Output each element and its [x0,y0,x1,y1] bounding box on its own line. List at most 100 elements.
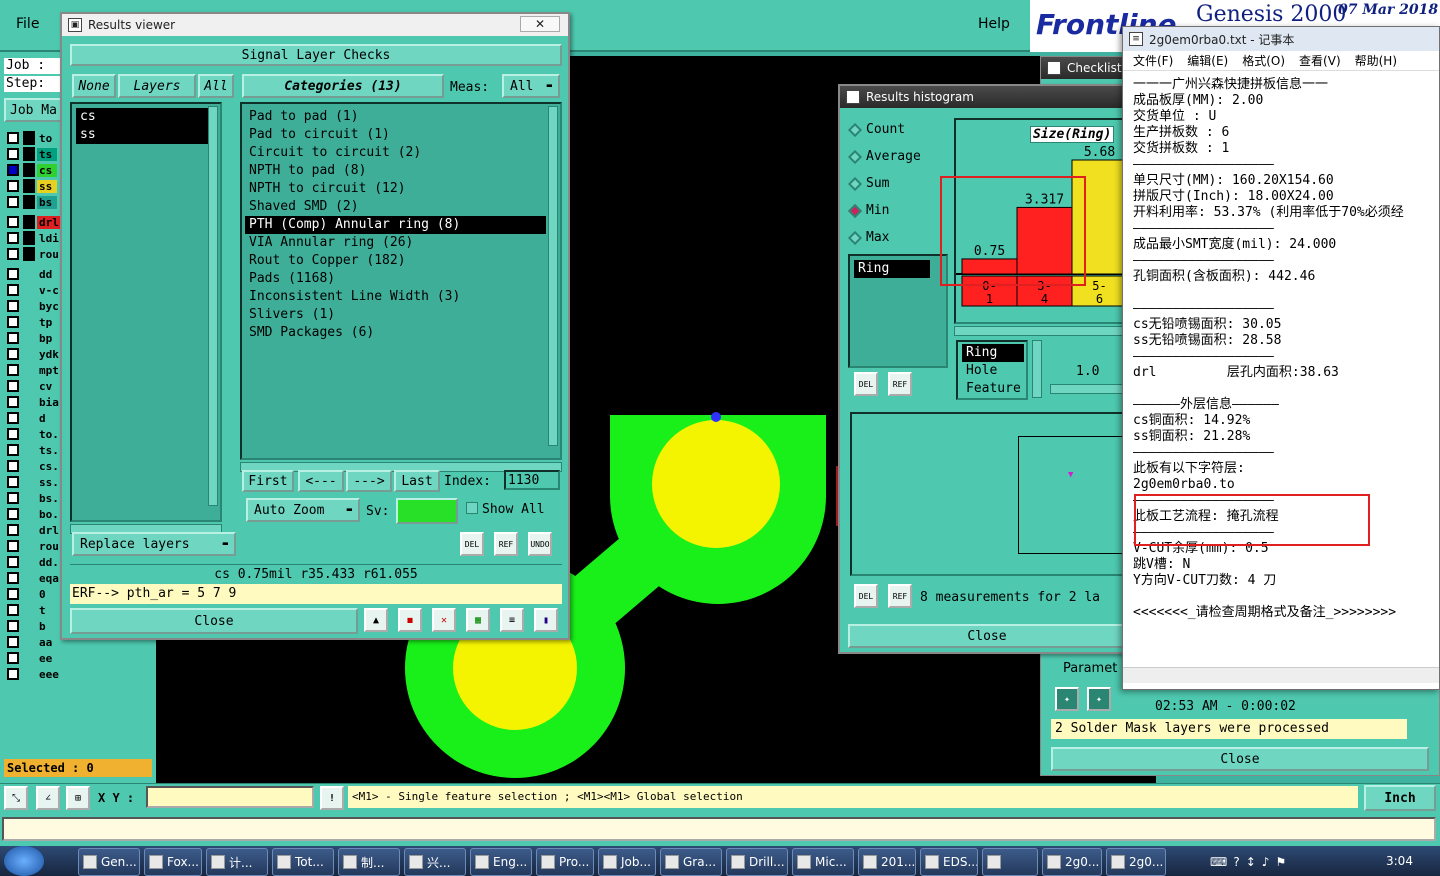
layer-checkbox[interactable] [7,428,19,440]
histogram-icon[interactable]: ▮ [534,608,558,632]
layer-checkbox[interactable] [7,396,19,408]
taskbar-item[interactable]: Gra... [660,848,722,876]
scale-slider[interactable] [1050,384,1126,394]
layer-checkbox[interactable] [7,412,19,424]
keyboard-icon[interactable]: ⌨ [1210,855,1227,869]
layer-checkbox[interactable] [7,460,19,472]
layers-button[interactable]: Layers [118,74,196,98]
menu-file[interactable]: File [16,16,39,32]
category-list-item[interactable]: Pad to pad (1) [245,108,546,126]
mode-radio[interactable]: Count [847,116,950,143]
layer-checkbox[interactable] [7,332,19,344]
grid-icon[interactable]: ⊞ [66,786,90,810]
taskbar-item[interactable]: 2g0... [1106,848,1166,876]
taskbar-item[interactable]: EDS... [920,848,978,876]
layer-checkbox[interactable] [7,364,19,376]
mode-radio[interactable]: Min [847,197,950,224]
mode-radio[interactable]: Average [847,143,950,170]
categories-scrollbar-v[interactable] [548,106,558,446]
category-list-item[interactable]: Pads (1168) [245,270,546,288]
layer-checkbox[interactable] [7,348,19,360]
alert-icon[interactable]: ! [320,786,344,810]
hist-del-button-2[interactable]: DEL [854,584,878,608]
layer-checkbox[interactable] [7,248,19,260]
layer-checkbox[interactable] [7,476,19,488]
layer-checkbox[interactable] [7,216,19,228]
help-icon[interactable]: ? [1233,855,1239,869]
taskbar-item[interactable]: 兴... [404,848,466,876]
layer-checkbox[interactable] [7,620,19,632]
categories-button[interactable]: Categories (13) [242,74,444,98]
menu-help[interactable]: Help [978,16,1010,32]
hist-ref-button-2[interactable]: REF [888,584,912,608]
volume-icon[interactable]: ♪ [1262,855,1270,869]
sort-list[interactable]: Ring Hole Feature [956,340,1028,400]
zoom-fit-icon[interactable]: ⤡ [4,786,28,810]
taskbar-item[interactable]: Job... [598,848,656,876]
replace-layers-select[interactable]: Replace layers ▬ [72,532,236,556]
layer-checkbox[interactable] [7,284,19,296]
taskbar-item[interactable]: Drill... [726,848,788,876]
layer-checkbox[interactable] [7,164,19,176]
taskbar-item[interactable]: Mic... [792,848,854,876]
layer-list-item[interactable]: ss [76,126,212,144]
del-button[interactable]: DEL [460,532,484,556]
results-close-button[interactable]: Close [70,608,358,634]
auto-zoom-select[interactable]: Auto Zoom ▬ [246,498,360,522]
histogram-scrollbar-h[interactable] [954,326,1126,336]
prev-button[interactable]: <--- [298,470,344,492]
measure-icon[interactable]: ∠ [36,786,60,810]
close-icon[interactable]: ✕ [520,16,560,32]
category-list-item[interactable]: NPTH to circuit (12) [245,180,546,198]
notepad-menu-item[interactable]: 格式(O) [1242,52,1285,69]
taskbar-item[interactable]: 201... [858,848,916,876]
run-all-icon[interactable]: ✦ [1087,687,1111,711]
histogram-titlebar[interactable]: ▣ Results histogram [840,86,1126,108]
run-icon[interactable]: ✦ [1055,687,1079,711]
layer-checkbox[interactable] [7,668,19,680]
mode-radio[interactable]: Sum [847,170,950,197]
taskbar-item[interactable]: 2g0... [1042,848,1102,876]
notepad-titlebar[interactable]: ≡ 2g0em0rba0.txt - 记事本 [1123,27,1439,51]
layer-checkbox[interactable] [7,604,19,616]
layer-checkbox[interactable] [7,556,19,568]
category-list-item[interactable]: Shaved SMD (2) [245,198,546,216]
layer-checkbox[interactable] [7,572,19,584]
layer-checkbox[interactable] [7,180,19,192]
category-list-item[interactable]: Rout to Copper (182) [245,252,546,270]
undo-button[interactable]: UNDO [528,532,552,556]
layer-checkbox[interactable] [7,268,19,280]
category-list-item[interactable]: VIA Annular ring (26) [245,234,546,252]
layer-checkbox[interactable] [7,316,19,328]
layer-checkbox[interactable] [7,540,19,552]
job-manager-button[interactable]: Job Ma [4,98,62,122]
notepad-menu-item[interactable]: 编辑(E) [1187,52,1228,69]
layer-checkbox[interactable] [7,492,19,504]
taskbar-item[interactable] [982,848,1038,876]
layer-checkbox[interactable] [7,588,19,600]
layer-checkbox[interactable] [7,380,19,392]
index-input[interactable] [504,470,560,490]
meas-select[interactable]: All ▬ [502,74,560,98]
layer-checkbox[interactable] [7,196,19,208]
layer-list-item[interactable]: cs [76,108,212,126]
last-button[interactable]: Last [394,470,440,492]
ref-button[interactable]: REF [494,532,518,556]
mode-radio[interactable]: Max [847,224,950,251]
categories-listbox[interactable]: Pad to pad (1) Pad to circuit (1) Circuit … [240,102,562,460]
histogram-list-item[interactable]: Ring [854,260,930,278]
flag-icon[interactable]: ⚑ [1275,855,1286,869]
hist-ref-button[interactable]: REF [888,372,912,396]
notepad-menu-item[interactable]: 文件(F) [1133,52,1173,69]
show-all-checkbox[interactable] [466,502,478,514]
layer-checkbox[interactable] [7,132,19,144]
category-list-item[interactable]: Slivers (1) [245,306,546,324]
notepad-scrollbar-h[interactable] [1123,667,1439,683]
layer-row[interactable]: ee [4,650,124,666]
histogram-list[interactable]: Ring [848,254,948,368]
layer-checkbox[interactable] [7,148,19,160]
taskbar-item[interactable]: Tot... [272,848,334,876]
category-list-item[interactable]: NPTH to pad (8) [245,162,546,180]
layers-scrollbar-v[interactable] [208,106,218,506]
category-list-item[interactable]: Circuit to circuit (2) [245,144,546,162]
